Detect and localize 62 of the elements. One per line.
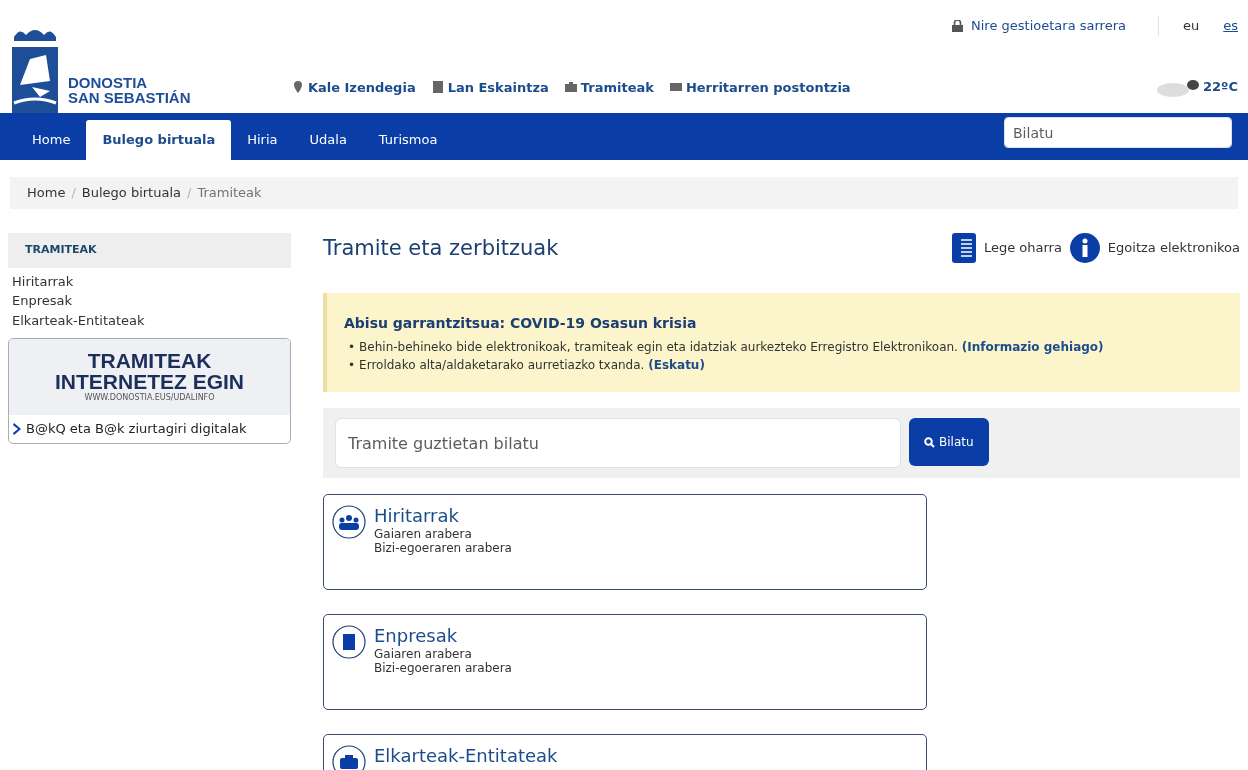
category-link[interactable]: Bizi-egoeraren arabera	[374, 661, 512, 676]
sidebar-heading: TRAMITEAK	[8, 233, 291, 268]
logo-text: SAN SEBASTIÁN	[68, 90, 191, 105]
action-link[interactable]: Lege oharra	[983, 238, 1062, 258]
search-button[interactable]: Bilatu	[909, 418, 989, 467]
nav-tab[interactable]: Hiria	[231, 120, 294, 160]
sidebar-link[interactable]: Enpresak	[12, 293, 73, 308]
separator: /	[71, 184, 76, 203]
search-field[interactable]: Bilatu	[1004, 117, 1232, 148]
category-title: Enpresak	[374, 625, 459, 648]
info-icon	[1069, 233, 1100, 263]
cloud-icon	[1155, 77, 1200, 97]
pin-icon	[291, 81, 304, 94]
bullet: •	[348, 339, 356, 357]
category-link[interactable]: Gaiaren arabera	[374, 647, 472, 662]
action-link[interactable]: Egoitza elektronikoa	[1107, 238, 1240, 258]
banner-title: INTERNETEZ EGIN	[55, 371, 244, 392]
people-icon	[332, 505, 366, 540]
page-title: Tramite eta zerbitzuak	[323, 236, 559, 262]
breadcrumb-link[interactable]: Bulego birtuala	[81, 183, 181, 203]
bullet: •	[348, 357, 356, 375]
category-link[interactable]: Bizi-egoeraren arabera	[374, 541, 512, 556]
category-card[interactable]: Enpresak Gaiaren arabera Bizi-egoeraren arabera	[323, 614, 927, 711]
briefcase-icon	[564, 81, 577, 94]
nav-tab[interactable]: Home	[16, 120, 87, 160]
separator: /	[187, 184, 192, 203]
chevron-icon	[13, 422, 22, 435]
notice-link[interactable]: (Informazio gehiago)	[961, 340, 1104, 355]
banner-title: TRAMITEAK	[87, 350, 212, 371]
category-title: Elkarteak-Entitateak	[374, 745, 558, 768]
category-link[interactable]: Gaiaren arabera	[374, 527, 472, 542]
notice-link[interactable]: (Eskatu)	[648, 358, 705, 373]
nav-tab[interactable]: Bulego birtuala	[86, 120, 232, 160]
link[interactable]: Lan Eskaintza	[447, 77, 549, 97]
language-link[interactable]: eu	[1182, 16, 1200, 36]
notice-text: Behin-behineko bide elektronikoak, tramiteak egin eta idatziak aurkezteko Erregistro Elektronikoan. (Informazio gehiago)	[359, 339, 1104, 357]
notice-title: Abisu garrantzitsua: COVID-19 Osasun krisia	[344, 314, 698, 334]
link[interactable]: Tramiteak	[580, 77, 654, 97]
language-link[interactable]: es	[1223, 16, 1238, 36]
nav-tab[interactable]: Turismoa	[362, 120, 454, 160]
temperature: 22ºC	[1203, 78, 1238, 97]
lock-icon	[952, 19, 963, 32]
link[interactable]: Kale Izendegia	[307, 77, 416, 97]
sidebar-link[interactable]: Elkarteak-Entitateak	[12, 312, 145, 328]
notice-text: Erroldako alta/aldaketarako aurretiazko txanda. (Eskatu)	[359, 357, 705, 375]
banner-card[interactable]: TRAMITEAK INTERNETEZ EGIN WWW.DONOSTIA.EUS/UDALINFO B@kQ eta B@k ziurtagiri digitalak	[8, 338, 291, 444]
breadcrumb-link[interactable]: Home	[27, 183, 66, 203]
banner-url: WWW.DONOSTIA.EUS/UDALINFO	[84, 392, 215, 404]
search-field[interactable]: Tramite guztietan bilatu	[335, 418, 901, 469]
briefcase-icon	[332, 745, 366, 770]
building-icon	[332, 625, 366, 660]
sidebar-link[interactable]: Hiritarrak	[12, 273, 74, 289]
search-icon	[924, 436, 935, 448]
logo-text: DONOSTIA	[68, 75, 148, 90]
document-icon	[951, 233, 976, 263]
login-link[interactable]: Nire gestioetara sarrera	[971, 16, 1126, 36]
category-card[interactable]: Elkarteak-Entitateak	[323, 734, 927, 770]
link[interactable]: Herritarren postontzia	[685, 77, 851, 97]
nav-tab[interactable]: Udala	[293, 120, 363, 160]
banner-link: B@kQ eta B@k ziurtagiri digitalak	[26, 420, 247, 438]
category-card[interactable]: Hiritarrak Gaiaren arabera Bizi-egoeraren arabera	[323, 494, 927, 591]
category-title: Hiritarrak	[374, 505, 460, 528]
